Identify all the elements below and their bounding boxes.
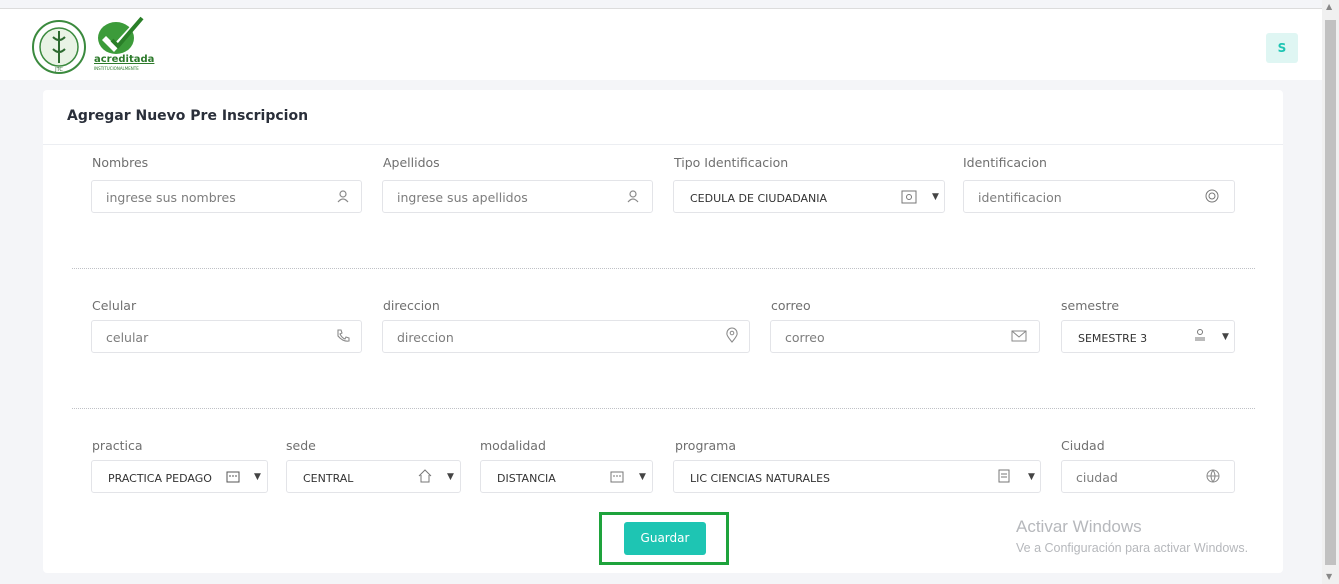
apellidos-input[interactable]: ingrese sus apellidos	[382, 180, 653, 213]
save-button[interactable]: Guardar	[624, 522, 706, 555]
tipo-identificacion-select[interactable]: CEDULA DE CIUDADANIA ▼	[673, 180, 945, 213]
nombres-label: Nombres	[92, 155, 149, 170]
sede-label: sede	[286, 438, 316, 453]
modalidad-value: DISTANCIA	[497, 472, 556, 485]
identificacion-label: Identificacion	[963, 155, 1047, 170]
celular-placeholder: celular	[106, 330, 149, 345]
programa-value: LIC CIENCIAS NATURALES	[690, 472, 831, 485]
user-icon	[627, 190, 639, 203]
identificacion-placeholder: identificacion	[978, 190, 1062, 205]
modalidad-select[interactable]: DISTANCIA ▼	[480, 460, 653, 493]
chevron-down-icon: ▼	[1222, 332, 1229, 342]
title-divider	[43, 144, 1283, 145]
windows-activation-text: Ve a Configuración para activar Windows.	[1016, 541, 1249, 555]
modalidad-label: modalidad	[480, 438, 546, 453]
hierarchy-icon	[1195, 329, 1205, 341]
practica-select[interactable]: PRACTICA PEDAGO ▼	[91, 460, 268, 493]
acreditada-logo-text: acreditada	[94, 54, 155, 65]
correo-input[interactable]: correo	[770, 320, 1040, 353]
direccion-placeholder: direccion	[397, 330, 454, 345]
programa-label: programa	[675, 438, 737, 453]
chevron-down-icon: ▼	[639, 472, 646, 482]
chevron-down-icon: ▼	[447, 472, 454, 482]
scroll-thumb[interactable]	[1325, 20, 1336, 565]
fingerprint-icon	[1205, 189, 1219, 203]
scroll-down-icon[interactable]: ▼	[1326, 572, 1332, 581]
programa-select[interactable]: LIC CIENCIAS NATURALES ▼	[673, 460, 1041, 493]
globe-icon	[1206, 469, 1220, 483]
document-icon	[998, 469, 1010, 483]
envelope-icon	[1011, 330, 1027, 342]
tipo-identificacion-label: Tipo Identificacion	[674, 155, 789, 170]
practica-label: practica	[92, 438, 143, 453]
ciudad-label: Ciudad	[1061, 438, 1105, 453]
tipo-identificacion-value: CEDULA DE CIUDADANIA	[690, 192, 828, 205]
direccion-input[interactable]: direccion	[382, 320, 750, 353]
nombres-input[interactable]: ingrese sus nombres	[91, 180, 362, 213]
direccion-label: direccion	[383, 298, 440, 313]
user-icon	[337, 190, 349, 203]
chevron-down-icon: ▼	[932, 192, 939, 202]
top-bar: JTC acreditada INSTITUCIONALMENTE S	[0, 8, 1322, 80]
acreditada-logo: acreditada INSTITUCIONALMENTE	[92, 16, 170, 72]
ciudad-placeholder: ciudad	[1076, 470, 1118, 485]
acreditada-logo-subtext: INSTITUCIONALMENTE	[94, 66, 139, 71]
practica-value: PRACTICA PEDAGO	[108, 472, 212, 485]
apellidos-label: Apellidos	[383, 155, 440, 170]
scroll-up-icon[interactable]: ▲	[1326, 2, 1332, 11]
ciudad-input[interactable]: ciudad	[1061, 460, 1235, 493]
sede-select[interactable]: CENTRAL ▼	[286, 460, 461, 493]
apellidos-placeholder: ingrese sus apellidos	[397, 190, 528, 205]
university-seal-logo: JTC	[32, 20, 86, 74]
svg-text:JTC: JTC	[54, 67, 63, 73]
windows-activation-title: Activar Windows	[1016, 517, 1142, 536]
identificacion-input[interactable]: identificacion	[963, 180, 1235, 213]
user-avatar[interactable]: S	[1266, 33, 1298, 63]
building-icon	[226, 471, 240, 483]
section-divider	[72, 268, 1255, 269]
home-icon	[418, 469, 432, 483]
phone-icon	[337, 329, 350, 342]
correo-placeholder: correo	[785, 330, 825, 345]
semestre-select[interactable]: SEMESTRE 3 ▼	[1061, 320, 1235, 353]
chevron-down-icon: ▼	[254, 472, 261, 482]
section-divider	[72, 408, 1255, 409]
chevron-down-icon: ▼	[1028, 472, 1035, 482]
nombres-placeholder: ingrese sus nombres	[106, 190, 236, 205]
id-card-icon	[901, 190, 917, 204]
save-button-highlight: Guardar	[599, 512, 729, 565]
correo-label: correo	[771, 298, 811, 313]
celular-label: Celular	[92, 298, 137, 313]
semestre-value: SEMESTRE 3	[1078, 332, 1148, 345]
page-scrollbar[interactable]: ▲ ▼	[1322, 0, 1339, 584]
celular-input[interactable]: celular	[91, 320, 362, 353]
building-icon	[610, 471, 624, 483]
form-title: Agregar Nuevo Pre Inscripcion	[67, 108, 309, 124]
location-pin-icon	[726, 327, 738, 343]
semestre-label: semestre	[1061, 298, 1120, 313]
sede-value: CENTRAL	[303, 472, 354, 485]
